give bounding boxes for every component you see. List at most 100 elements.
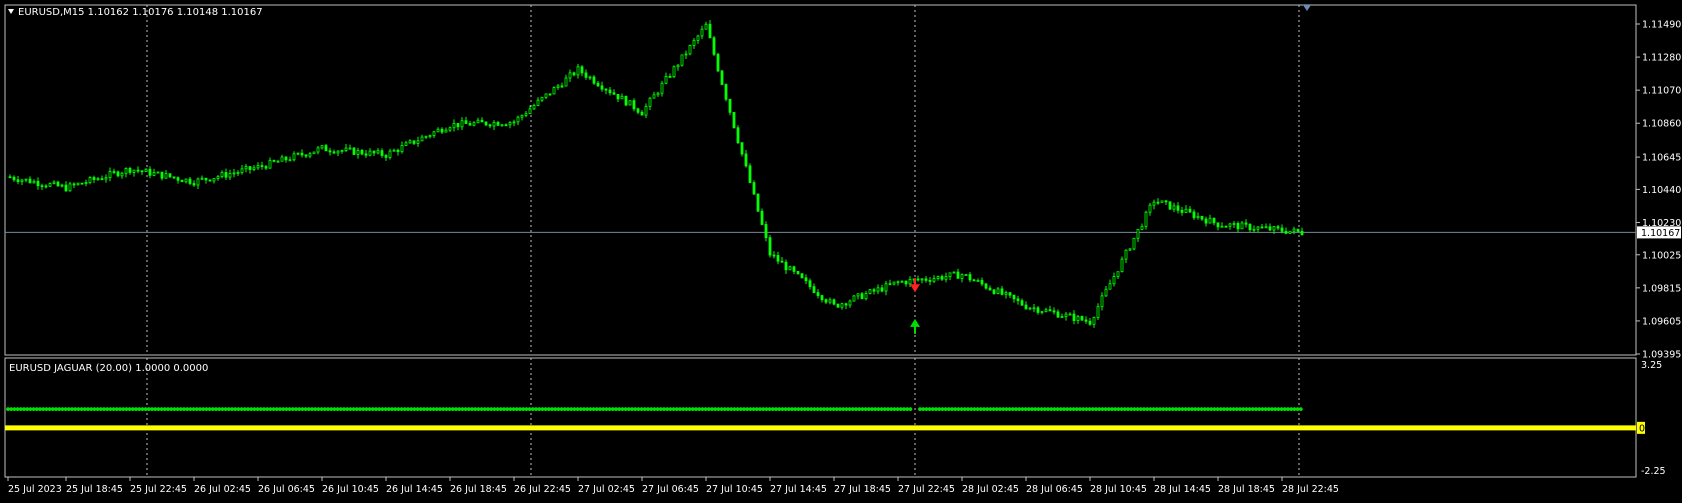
candle-body bbox=[852, 295, 856, 302]
chart-canvas[interactable]: EURUSD,M15 1.10162 1.10176 1.10148 1.101… bbox=[0, 0, 1682, 500]
candle-body bbox=[1228, 223, 1232, 227]
indicator-scale-bottom: -2.25 bbox=[1641, 466, 1666, 477]
candle-body bbox=[1016, 298, 1020, 302]
indicator-window[interactable]: EURUSD JAGUAR (20.00) 1.0000 0.0000 3.25… bbox=[4, 357, 1666, 478]
candle-body bbox=[936, 276, 940, 279]
candle-body bbox=[1280, 227, 1284, 232]
candle-body bbox=[132, 169, 136, 173]
time-tick-label: 26 Jul 10:45 bbox=[322, 484, 379, 495]
indicator-header: EURUSD JAGUAR (20.00) 1.0000 0.0000 bbox=[9, 363, 208, 374]
candle-body bbox=[520, 115, 524, 118]
time-tick-label: 25 Jul 2023 bbox=[8, 484, 62, 495]
indicator-vertical-gridlines bbox=[146, 358, 1300, 477]
candle-body bbox=[804, 277, 808, 282]
candle-body bbox=[724, 84, 728, 100]
candle-body bbox=[12, 176, 16, 181]
candle-body bbox=[784, 261, 788, 271]
candle-body bbox=[624, 95, 628, 106]
candle-body bbox=[1052, 310, 1056, 313]
candle-body bbox=[544, 93, 548, 98]
indicator-scale-zero: 0.00 bbox=[1639, 423, 1660, 434]
candle-body bbox=[412, 140, 416, 144]
candle-body bbox=[796, 271, 800, 275]
candle-body bbox=[1204, 218, 1208, 224]
candle-body bbox=[880, 287, 884, 292]
candle-body bbox=[28, 178, 32, 184]
candle-body bbox=[1032, 307, 1036, 310]
candle-body bbox=[200, 177, 204, 180]
candle-body bbox=[496, 122, 500, 126]
candle-body bbox=[216, 176, 220, 179]
candle-body bbox=[324, 145, 328, 152]
candle-body bbox=[652, 94, 656, 99]
price-tick-label: 1.09815 bbox=[1642, 283, 1681, 294]
candle-body bbox=[1184, 208, 1188, 213]
candle-body bbox=[1196, 215, 1200, 219]
candle-body bbox=[52, 181, 56, 184]
candle-body bbox=[1300, 230, 1304, 235]
main-price-window[interactable]: EURUSD,M15 1.10162 1.10176 1.10148 1.101… bbox=[4, 4, 1681, 361]
candle-body bbox=[1056, 311, 1060, 318]
mt4-chart-window[interactable]: EURUSD,M15 1.10162 1.10176 1.10148 1.101… bbox=[0, 0, 1682, 500]
candle-body bbox=[764, 224, 768, 239]
candle-body bbox=[680, 54, 684, 66]
candle-body bbox=[824, 299, 828, 303]
candle-body bbox=[148, 168, 152, 176]
triangle-down-icon[interactable] bbox=[8, 9, 14, 14]
candle-body bbox=[96, 178, 100, 181]
candle-body bbox=[420, 136, 424, 142]
candle-body bbox=[944, 276, 948, 280]
candle-body bbox=[388, 150, 392, 158]
candle-body bbox=[480, 119, 484, 123]
candle-body bbox=[700, 28, 704, 37]
candle-body bbox=[1048, 309, 1052, 312]
candle-body bbox=[716, 53, 720, 72]
candle-body bbox=[464, 120, 468, 124]
candle-body bbox=[648, 97, 652, 107]
candle-body bbox=[1096, 306, 1100, 318]
candle-body bbox=[444, 129, 448, 133]
candle-body bbox=[352, 147, 356, 155]
candle-body bbox=[196, 178, 200, 186]
candle-body bbox=[924, 278, 928, 281]
candle-body bbox=[564, 77, 568, 87]
candle-body bbox=[72, 183, 76, 186]
candle-body bbox=[276, 160, 280, 163]
candle-body bbox=[740, 142, 744, 155]
candle-body bbox=[1220, 225, 1224, 228]
candle-body bbox=[1064, 313, 1068, 317]
candle-body bbox=[892, 281, 896, 285]
candle-body bbox=[876, 287, 880, 292]
candle-body bbox=[1272, 226, 1276, 231]
candle-body bbox=[92, 177, 96, 180]
candle-body bbox=[488, 124, 492, 127]
candle-body bbox=[396, 149, 400, 153]
candle-body bbox=[1252, 228, 1256, 231]
chart-shift-marker-icon[interactable] bbox=[1303, 5, 1311, 11]
time-tick-label: 28 Jul 22:45 bbox=[1282, 484, 1339, 495]
candle-body bbox=[316, 147, 320, 153]
candle-body bbox=[340, 150, 344, 152]
candle-body bbox=[1192, 211, 1196, 219]
candle-body bbox=[448, 127, 452, 131]
candle-body bbox=[928, 279, 932, 282]
candle-body bbox=[32, 180, 36, 184]
price-tick-label: 1.10645 bbox=[1642, 153, 1681, 164]
candle-body bbox=[1212, 217, 1216, 224]
main-header: EURUSD,M15 1.10162 1.10176 1.10148 1.101… bbox=[8, 7, 263, 18]
candle-body bbox=[528, 108, 532, 115]
candle-body bbox=[1132, 237, 1136, 250]
candle-body bbox=[392, 149, 396, 152]
candle-body bbox=[404, 142, 408, 146]
candle-body bbox=[840, 303, 844, 308]
candle-body bbox=[592, 76, 596, 84]
candle-body bbox=[232, 172, 236, 175]
candle-body bbox=[844, 303, 848, 306]
candle-body bbox=[660, 82, 664, 94]
candle-body bbox=[828, 299, 832, 303]
candle-body bbox=[228, 173, 232, 178]
candle-body bbox=[460, 120, 464, 128]
candle-body bbox=[868, 289, 872, 294]
candle-body bbox=[452, 123, 456, 129]
candle-body bbox=[1008, 292, 1012, 296]
